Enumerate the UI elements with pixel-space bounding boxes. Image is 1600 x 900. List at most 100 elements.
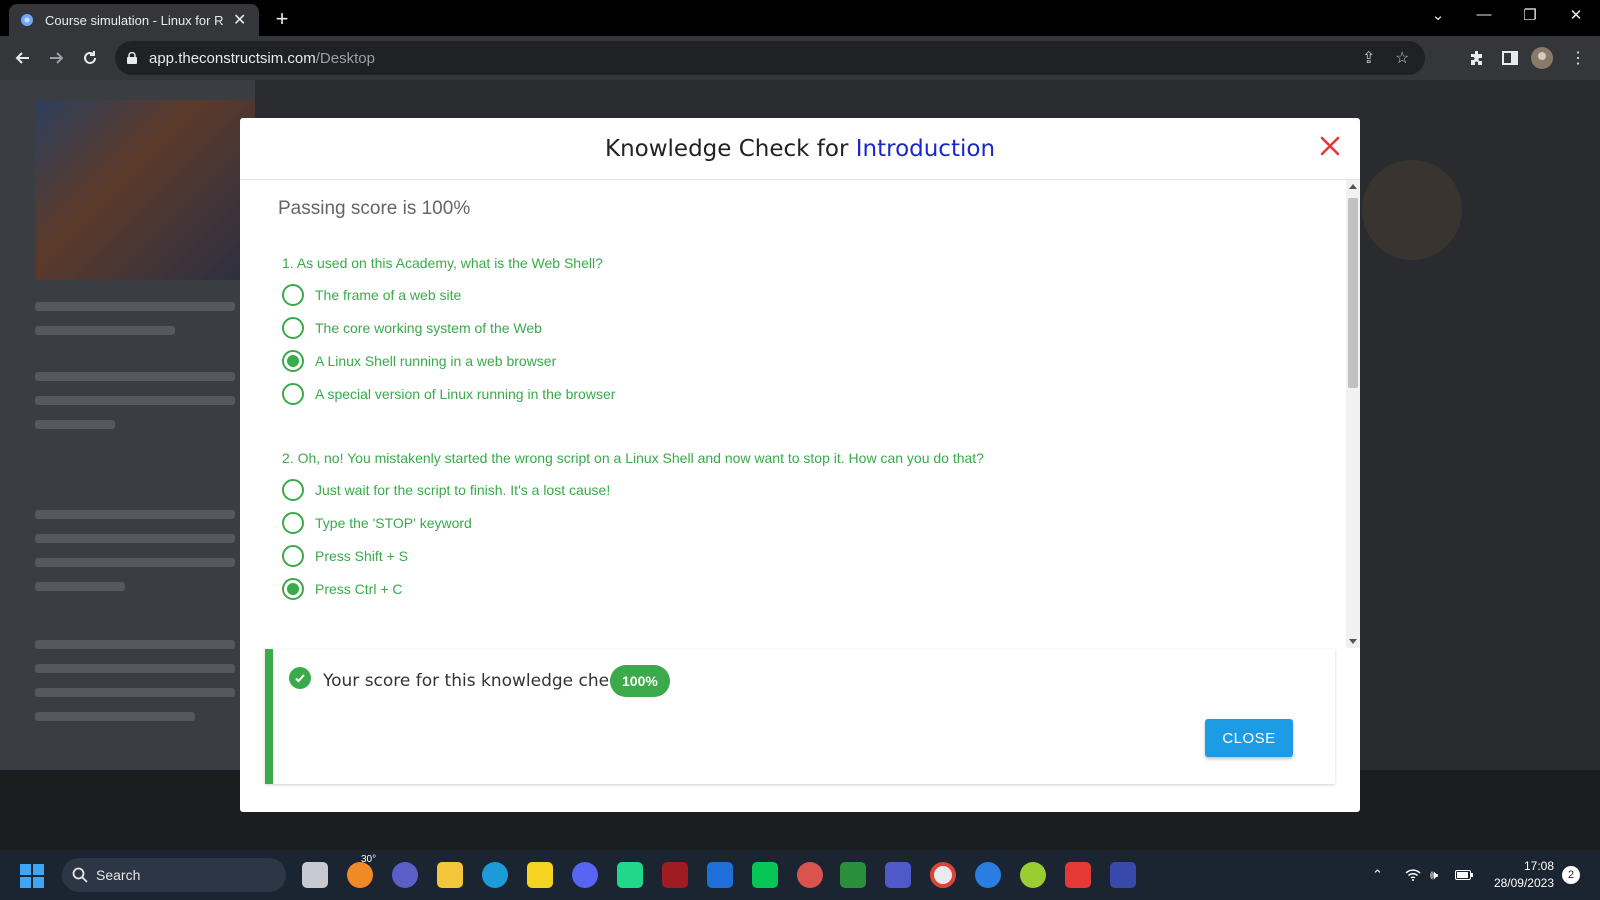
qgis-icon[interactable] <box>1020 862 1046 888</box>
background-text-line <box>35 372 235 381</box>
back-arrow-icon[interactable] <box>10 45 36 71</box>
tab-search-chevron-icon[interactable]: ⌄ <box>1418 6 1458 24</box>
radio-button[interactable] <box>282 545 304 567</box>
background-text-line <box>35 510 235 519</box>
modal-title-prefix: Knowledge Check for <box>604 135 856 162</box>
option-label: Type the 'STOP' keyword <box>315 515 472 531</box>
background-text-line <box>35 534 235 543</box>
search-icon <box>72 867 88 883</box>
close-button[interactable]: CLOSE <box>1205 719 1293 757</box>
app-icon[interactable] <box>1065 862 1091 888</box>
radio-selected-dot <box>287 355 299 367</box>
taskbar-search[interactable]: Search <box>62 858 286 892</box>
scroll-down-arrow-icon[interactable] <box>1349 639 1357 644</box>
pycharm-icon[interactable] <box>617 862 643 888</box>
windows-start-icon[interactable] <box>20 864 44 888</box>
browser-menu-icon[interactable]: ⋮ <box>1566 46 1590 70</box>
answer-option[interactable]: The core working system of the Web <box>282 315 542 341</box>
answer-option[interactable]: Press Shift + S <box>282 543 408 569</box>
task-view-icon[interactable] <box>302 862 328 888</box>
tab-title: Course simulation - Linux for Ro <box>45 12 223 28</box>
app-icon[interactable] <box>840 862 866 888</box>
radio-button[interactable] <box>282 512 304 534</box>
background-text-line <box>35 688 235 697</box>
scrollbar-thumb[interactable] <box>1348 198 1358 388</box>
app-icon[interactable] <box>1110 862 1136 888</box>
option-label: A Linux Shell running in a web browser <box>315 353 557 369</box>
answer-option[interactable]: Press Ctrl + C <box>282 576 403 602</box>
answer-option[interactable]: Type the 'STOP' keyword <box>282 510 472 536</box>
browser-titlebar: Course simulation - Linux for Ro ✕ + ⌄ —… <box>0 0 1600 36</box>
background-course-image <box>35 100 255 280</box>
minimize-button[interactable]: — <box>1464 6 1504 23</box>
browser-tab[interactable]: Course simulation - Linux for Ro ✕ <box>9 4 259 36</box>
answer-option[interactable]: A special version of Linux running in th… <box>282 381 615 407</box>
meet-icon[interactable] <box>392 862 418 888</box>
answer-option[interactable]: A Linux Shell running in a web browser <box>282 348 556 374</box>
background-text-line <box>35 396 235 405</box>
modal-header: Knowledge Check for Introduction <box>240 118 1360 180</box>
battery-icon[interactable] <box>1455 850 1473 900</box>
answer-option[interactable]: The frame of a web site <box>282 282 461 308</box>
weather-icon[interactable]: 30° <box>347 854 376 888</box>
modal-scrollbar[interactable] <box>1346 180 1360 648</box>
background-text-line <box>35 712 195 721</box>
bookmark-star-icon[interactable]: ☆ <box>1395 41 1409 75</box>
file-explorer-icon[interactable] <box>437 862 463 888</box>
new-tab-button[interactable]: + <box>270 6 294 32</box>
reload-icon[interactable] <box>77 45 103 71</box>
radio-button-selected[interactable] <box>282 350 304 372</box>
edge-icon[interactable] <box>482 862 508 888</box>
modal-title: Knowledge Check for Introduction <box>605 136 995 162</box>
radio-button[interactable] <box>282 317 304 339</box>
app-icon[interactable] <box>975 862 1001 888</box>
background-text-line <box>35 558 235 567</box>
wifi-icon[interactable] <box>1405 850 1421 900</box>
app-icon[interactable] <box>707 862 733 888</box>
tab-close-icon[interactable]: ✕ <box>233 10 246 30</box>
sticky-notes-icon[interactable] <box>527 862 553 888</box>
option-label: Press Ctrl + C <box>315 581 403 597</box>
extensions-icon[interactable] <box>1465 46 1489 70</box>
app-icon[interactable] <box>797 862 823 888</box>
side-panel-icon[interactable] <box>1498 46 1522 70</box>
radio-button[interactable] <box>282 284 304 306</box>
address-bar[interactable]: app.theconstructsim.com/Desktop ☆ ⇪ <box>115 41 1425 75</box>
taskbar-clock[interactable]: 17:08 28/09/2023 <box>1488 858 1554 892</box>
notification-badge[interactable]: 2 <box>1562 866 1580 884</box>
option-label: Press Shift + S <box>315 548 408 564</box>
answer-option[interactable]: Just wait for the script to finish. It's… <box>282 477 610 503</box>
search-label: Search <box>96 867 141 883</box>
chrome-icon[interactable] <box>930 862 956 888</box>
background-text-line <box>35 640 235 649</box>
clock-time: 17:08 <box>1523 859 1554 873</box>
background-avatar <box>1362 160 1462 260</box>
radio-button[interactable] <box>282 479 304 501</box>
option-label: The core working system of the Web <box>315 320 542 336</box>
share-icon[interactable]: ⇪ <box>1362 41 1375 75</box>
windows-taskbar: Search 30° ⌃ 🕪 17:08 28/09/2023 2 <box>0 850 1600 900</box>
site-favicon-icon <box>19 12 35 28</box>
profile-avatar[interactable] <box>1530 46 1554 70</box>
browser-toolbar: app.theconstructsim.com/Desktop ☆ ⇪ ⋮ <box>0 36 1600 80</box>
scroll-up-arrow-icon[interactable] <box>1349 184 1357 189</box>
app-icon[interactable] <box>662 862 688 888</box>
volume-icon[interactable]: 🕪 <box>1430 850 1438 900</box>
forward-arrow-icon[interactable] <box>43 45 69 71</box>
background-text-line <box>35 664 235 673</box>
line-icon[interactable] <box>752 862 778 888</box>
radio-button-selected[interactable] <box>282 578 304 600</box>
restore-button[interactable]: ❐ <box>1510 6 1550 24</box>
teams-icon[interactable] <box>885 862 911 888</box>
window-close-button[interactable]: ✕ <box>1556 6 1596 24</box>
background-text-line <box>35 582 125 591</box>
lock-icon[interactable] <box>127 52 137 64</box>
check-circle-icon <box>289 667 311 689</box>
tray-chevron-icon[interactable]: ⌃ <box>1372 850 1383 900</box>
discord-icon[interactable] <box>572 862 598 888</box>
modal-close-icon[interactable] <box>1316 132 1344 160</box>
background-text-line <box>35 326 175 335</box>
questions-scroll-area[interactable]: Passing score is 100% 1. As used on this… <box>240 180 1352 648</box>
radio-button[interactable] <box>282 383 304 405</box>
clock-date: 28/09/2023 <box>1493 876 1554 890</box>
